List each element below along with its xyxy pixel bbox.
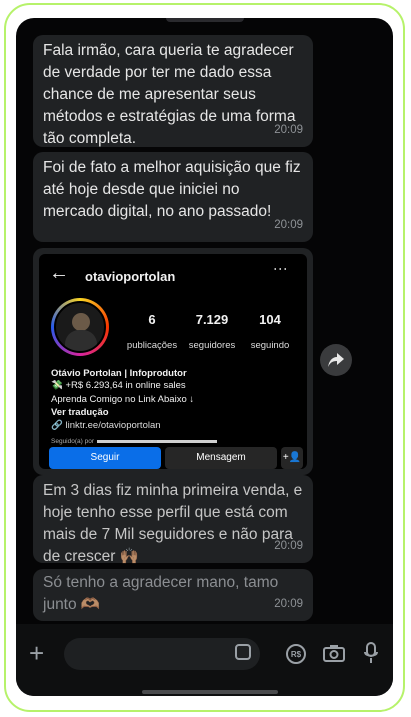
avatar-photo xyxy=(54,301,106,353)
message-input[interactable] xyxy=(64,638,260,670)
message-text: Foi de fato a melhor aquisição que fiz a… xyxy=(43,159,301,220)
message-time: 20:09 xyxy=(274,219,303,231)
message-bubble[interactable]: Só tenho a agradecer mano, tamo junto 🫶🏽… xyxy=(33,569,313,621)
back-arrow-icon: ← xyxy=(49,262,69,284)
stat-label: seguindo xyxy=(250,340,290,351)
stat-value: 104 xyxy=(259,312,281,327)
microphone-icon[interactable] xyxy=(364,642,378,664)
attach-plus-icon[interactable]: + xyxy=(29,638,44,669)
message-time: 20:09 xyxy=(274,540,303,552)
message-bubble[interactable]: Em 3 dias fiz minha primeira venda, e ho… xyxy=(33,475,313,565)
instagram-profile-screenshot[interactable]: ← otavioportolan ⋮ 6 publicações 7.129 s… xyxy=(39,254,307,469)
add-person-icon: +👤 xyxy=(281,447,303,469)
redacted-names xyxy=(97,439,217,443)
message-bubble[interactable]: Foi de fato a melhor aquisição que fiz a… xyxy=(33,152,313,242)
avatar-head xyxy=(72,313,90,331)
chat-screen: Fala irmão, cara queria te agradecer de … xyxy=(16,18,393,696)
avatar-body xyxy=(65,330,97,351)
top-notch xyxy=(166,18,244,22)
follow-button: Seguir xyxy=(49,447,161,469)
message-bubble[interactable]: Fala irmão, cara queria te agradecer de … xyxy=(33,35,313,147)
profile-username: otavioportolan xyxy=(85,269,176,284)
more-options-icon: ⋮ xyxy=(273,262,289,274)
message-time: 20:09 xyxy=(274,124,303,136)
message-time: 20:09 xyxy=(274,598,303,610)
followed-by-label: Seguido(a) por xyxy=(51,438,94,445)
composer-bar: + R$ xyxy=(16,624,393,696)
stat-following: 104 seguindo xyxy=(235,309,305,357)
message-text: Em 3 dias fiz minha primeira venda, e ho… xyxy=(43,482,303,565)
message-button: Mensagem xyxy=(165,447,277,469)
image-message-bubble[interactable]: ← otavioportolan ⋮ 6 publicações 7.129 s… xyxy=(33,248,313,475)
forward-arrow-icon xyxy=(328,353,344,367)
message-text: Fala irmão, cara queria te agradecer de … xyxy=(43,42,296,147)
sticker-icon[interactable] xyxy=(235,644,251,660)
forward-icon[interactable] xyxy=(320,344,352,376)
payment-icon[interactable]: R$ xyxy=(286,644,306,664)
camera-icon[interactable] xyxy=(323,644,345,662)
home-indicator xyxy=(142,690,278,694)
message-text: Só tenho a agradecer mano, tamo junto 🫶🏽 xyxy=(43,574,279,613)
avatar xyxy=(51,298,109,356)
